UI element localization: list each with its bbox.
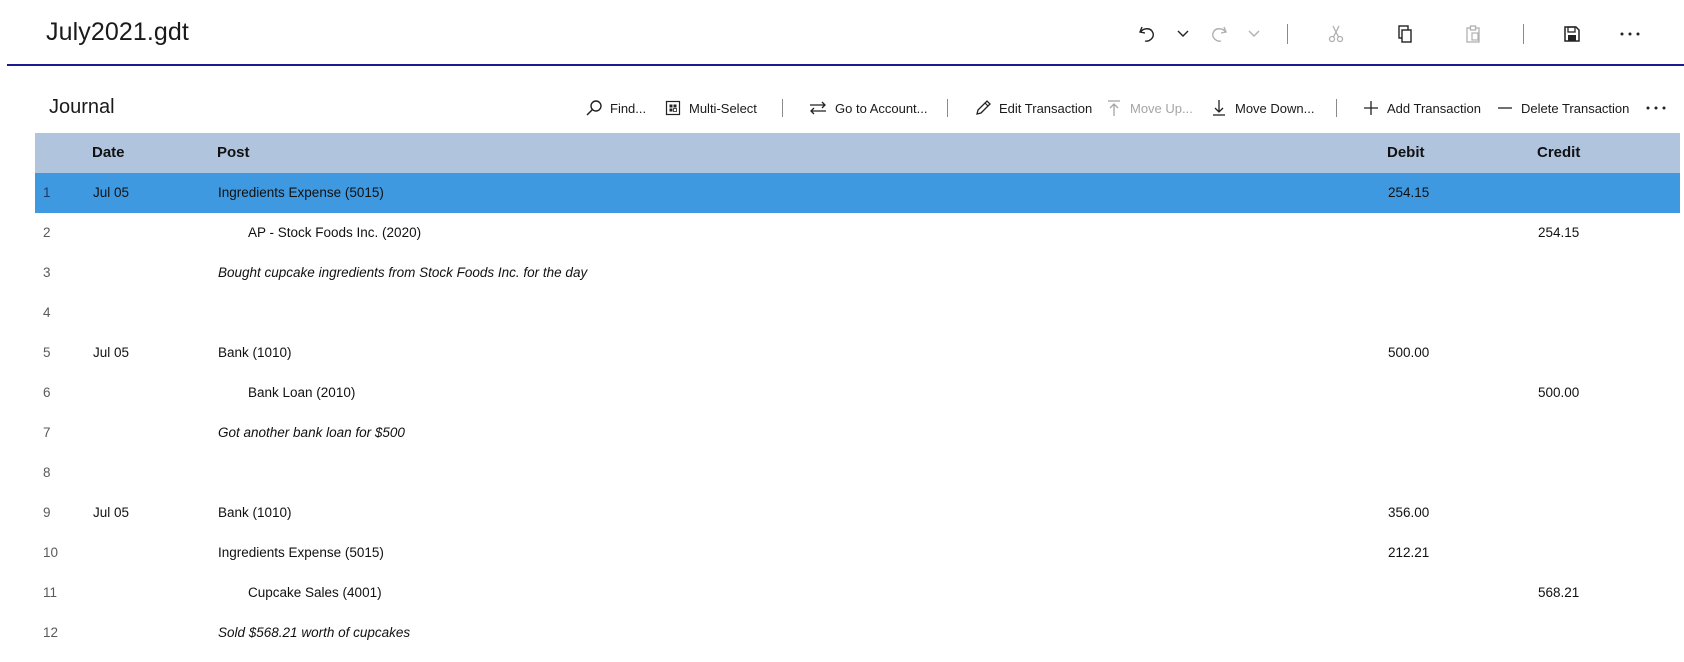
pencil-icon xyxy=(974,99,992,117)
paste-icon[interactable] xyxy=(1461,22,1485,46)
edit-transaction-label: Edit Transaction xyxy=(999,100,1093,116)
toolbar-separator xyxy=(1523,24,1524,44)
command-separator xyxy=(782,99,783,117)
go-to-account-label: Go to Account... xyxy=(835,100,928,116)
debit-cell: 500.00 xyxy=(1388,345,1430,360)
undo-dropdown-icon[interactable] xyxy=(1171,22,1195,46)
undo-icon[interactable] xyxy=(1135,22,1159,46)
multi-select-icon xyxy=(664,99,682,117)
row-number: 10 xyxy=(43,545,59,560)
multi-select-label: Multi-Select xyxy=(689,100,757,116)
add-transaction-button[interactable]: Add Transaction xyxy=(1362,97,1481,119)
command-separator xyxy=(1336,99,1337,117)
arrow-up-icon xyxy=(1105,99,1123,117)
memo-cell: Bought cupcake ingredients from Stock Fo… xyxy=(218,265,588,280)
save-icon[interactable] xyxy=(1560,22,1584,46)
plus-icon xyxy=(1362,99,1380,117)
credit-cell: 568.21 xyxy=(1538,585,1580,600)
account-cell: Ingredients Expense (5015) xyxy=(218,185,384,200)
swap-arrows-icon xyxy=(808,99,828,117)
account-cell: Bank (1010) xyxy=(218,505,292,520)
more-icon xyxy=(1645,99,1667,117)
more-icon[interactable] xyxy=(1618,22,1642,46)
column-header-post[interactable]: Post xyxy=(217,144,250,161)
row-number: 1 xyxy=(43,185,51,200)
debit-cell: 254.15 xyxy=(1388,185,1430,200)
memo-cell: Sold $568.21 worth of cupcakes xyxy=(218,625,411,640)
cut-icon[interactable] xyxy=(1324,22,1348,46)
debit-cell: 356.00 xyxy=(1388,505,1430,520)
redo-dropdown-icon[interactable] xyxy=(1242,22,1266,46)
move-down-label: Move Down... xyxy=(1235,100,1315,116)
column-header-credit[interactable]: Credit xyxy=(1537,144,1580,161)
row-number: 11 xyxy=(43,585,58,600)
find-label: Find... xyxy=(610,100,647,116)
delete-transaction-label: Delete Transaction xyxy=(1521,100,1630,116)
find-button[interactable]: Find... xyxy=(585,97,646,119)
move-up-button[interactable]: Move Up... xyxy=(1105,97,1193,119)
row-number: 6 xyxy=(43,385,51,400)
row-number: 4 xyxy=(43,305,51,320)
table-row[interactable]: 7 Got another bank loan for $500 xyxy=(35,413,1680,453)
table-row[interactable]: 10 Ingredients Expense (5015) 212.21 xyxy=(35,533,1680,573)
move-up-label: Move Up... xyxy=(1130,100,1193,116)
row-number: 9 xyxy=(43,505,51,520)
memo-cell: Got another bank loan for $500 xyxy=(218,425,405,440)
column-header-debit[interactable]: Debit xyxy=(1387,144,1425,161)
title-bar: July2021.gdt xyxy=(0,0,1684,66)
account-cell: Bank Loan (2010) xyxy=(248,385,356,400)
journal-title: Journal xyxy=(49,96,115,118)
redo-icon[interactable] xyxy=(1207,22,1231,46)
account-cell: AP - Stock Foods Inc. (2020) xyxy=(248,225,422,240)
multi-select-button[interactable]: Multi-Select xyxy=(664,97,757,119)
account-cell: Ingredients Expense (5015) xyxy=(218,545,384,560)
row-number: 8 xyxy=(43,465,51,480)
edit-transaction-button[interactable]: Edit Transaction xyxy=(974,97,1092,119)
table-row[interactable]: 9 Jul 05 Bank (1010) 356.00 xyxy=(35,493,1680,533)
row-number: 7 xyxy=(43,425,51,440)
go-to-account-button[interactable]: Go to Account... xyxy=(808,97,928,119)
table-row[interactable]: 3 Bought cupcake ingredients from Stock F… xyxy=(35,253,1680,293)
journal-more-button[interactable] xyxy=(1645,97,1674,119)
copy-icon[interactable] xyxy=(1393,22,1417,46)
date-cell: Jul 05 xyxy=(93,345,130,360)
search-icon xyxy=(585,99,603,117)
date-cell: Jul 05 xyxy=(93,185,130,200)
grid-header: Date Post Debit Credit xyxy=(35,133,1680,173)
table-row[interactable]: 6 Bank Loan (2010) 500.00 xyxy=(35,373,1680,413)
delete-transaction-button[interactable]: Delete Transaction xyxy=(1496,97,1629,119)
row-number: 2 xyxy=(43,225,51,240)
row-number: 5 xyxy=(43,345,51,360)
toolbar-separator xyxy=(1287,24,1288,44)
table-row[interactable]: 5 Jul 05 Bank (1010) 500.00 xyxy=(35,333,1680,373)
table-row[interactable]: 4 xyxy=(35,293,1680,333)
account-cell: Bank (1010) xyxy=(218,345,292,360)
arrow-down-icon xyxy=(1210,99,1228,117)
title-underline xyxy=(7,64,1684,66)
command-separator xyxy=(947,99,948,117)
table-row[interactable]: 12 Sold $568.21 worth of cupcakes xyxy=(35,613,1680,653)
credit-cell: 500.00 xyxy=(1538,385,1580,400)
table-row[interactable]: 1 Jul 05 Ingredients Expense (5015) 254.15 xyxy=(35,173,1680,213)
credit-cell: 254.15 xyxy=(1538,225,1580,240)
date-cell: Jul 05 xyxy=(93,505,130,520)
move-down-button[interactable]: Move Down... xyxy=(1210,97,1314,119)
row-number: 3 xyxy=(43,265,51,280)
document-title: July2021.gdt xyxy=(46,18,189,46)
table-row[interactable]: 8 xyxy=(35,453,1680,493)
column-header-date[interactable]: Date xyxy=(92,144,125,161)
row-number: 12 xyxy=(43,625,59,640)
account-cell: Cupcake Sales (4001) xyxy=(248,585,382,600)
minus-icon xyxy=(1496,99,1514,117)
add-transaction-label: Add Transaction xyxy=(1387,100,1481,116)
table-row[interactable]: 2 AP - Stock Foods Inc. (2020) 254.15 xyxy=(35,213,1680,253)
table-row[interactable]: 11 Cupcake Sales (4001) 568.21 xyxy=(35,573,1680,613)
debit-cell: 212.21 xyxy=(1388,545,1430,560)
